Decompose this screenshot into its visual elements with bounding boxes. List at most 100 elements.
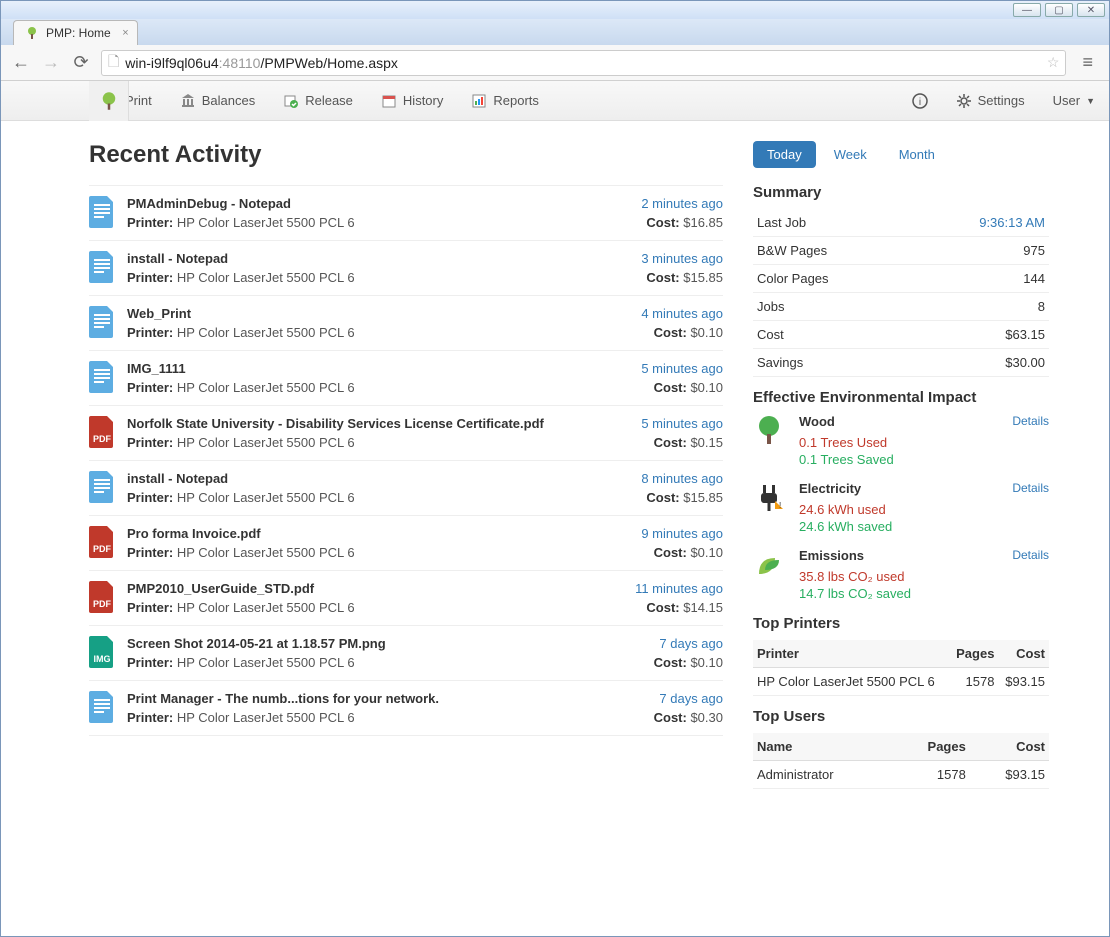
forward-button[interactable]: → xyxy=(41,52,61,73)
info-icon: i xyxy=(912,93,928,109)
activity-title: install - Notepad xyxy=(127,251,629,266)
activity-cost: Cost: $16.85 xyxy=(641,215,723,230)
app-toolbar: Print Balances Release History Reports i… xyxy=(1,81,1109,121)
activity-row: install - Notepad Printer: HP Color Laser… xyxy=(89,461,723,516)
svg-text:PDF: PDF xyxy=(93,434,112,444)
maximize-button[interactable]: ▢ xyxy=(1045,3,1073,17)
table-row: HP Color LaserJet 5500 PCL 61578$93.15 xyxy=(753,668,1049,696)
bookmark-icon[interactable]: ☆ xyxy=(1047,54,1060,71)
activity-cost: Cost: $0.10 xyxy=(641,325,723,340)
activity-printer: Printer: HP Color LaserJet 5500 PCL 6 xyxy=(127,380,629,395)
activity-time[interactable]: 5 minutes ago xyxy=(641,416,723,431)
activity-title: Screen Shot 2014-05-21 at 1.18.57 PM.png xyxy=(127,636,642,651)
plug-icon: ! xyxy=(753,481,785,513)
env-saved: 0.1 Trees Saved xyxy=(799,452,998,467)
env-item: Wood0.1 Trees Used0.1 Trees SavedDetails xyxy=(753,414,1049,467)
activity-cost: Cost: $0.30 xyxy=(654,710,723,725)
tab-today[interactable]: Today xyxy=(753,141,816,168)
tree-icon xyxy=(99,91,119,111)
file-icon xyxy=(89,471,115,503)
balance-icon xyxy=(180,93,196,109)
page-icon: 🗋 xyxy=(108,51,119,75)
summary-row: Cost$63.15 xyxy=(753,321,1049,349)
nav-reports[interactable]: Reports xyxy=(457,81,553,121)
activity-time[interactable]: 9 minutes ago xyxy=(641,526,723,541)
env-details-link[interactable]: Details xyxy=(1012,548,1049,562)
top-printers-table: PrinterPagesCostHP Color LaserJet 5500 P… xyxy=(753,640,1049,696)
calendar-icon xyxy=(381,93,397,109)
activity-row: Web_Print Printer: HP Color LaserJet 5500… xyxy=(89,296,723,351)
env-details-link[interactable]: Details xyxy=(1012,414,1049,428)
back-button[interactable]: ← xyxy=(11,52,31,73)
activity-cost: Cost: $14.15 xyxy=(635,600,723,615)
period-tabs: Today Week Month xyxy=(753,141,1049,168)
activity-time[interactable]: 7 days ago xyxy=(654,636,723,651)
activity-time[interactable]: 5 minutes ago xyxy=(641,361,723,376)
activity-title: Pro forma Invoice.pdf xyxy=(127,526,629,541)
app-logo[interactable] xyxy=(89,81,129,121)
summary-row: Jobs8 xyxy=(753,293,1049,321)
window-titlebar: — ▢ ✕ xyxy=(1,1,1109,19)
activity-title: install - Notepad xyxy=(127,471,629,486)
activity-printer: Printer: HP Color LaserJet 5500 PCL 6 xyxy=(127,600,623,615)
activity-printer: Printer: HP Color LaserJet 5500 PCL 6 xyxy=(127,545,629,560)
nav-info[interactable]: i xyxy=(898,81,942,121)
env-saved: 14.7 lbs CO₂ saved xyxy=(799,586,998,601)
activity-title: Web_Print xyxy=(127,306,629,321)
tab-close-icon[interactable]: × xyxy=(122,27,128,39)
reload-button[interactable]: ⟳ xyxy=(71,52,91,73)
address-bar: ← → ⟳ 🗋 win-i9lf9ql06u4:48110/PMPWeb/Hom… xyxy=(1,45,1109,81)
svg-text:PDF: PDF xyxy=(93,544,112,554)
summary-row: Color Pages144 xyxy=(753,265,1049,293)
svg-text:!: ! xyxy=(779,501,781,510)
leaf-icon xyxy=(753,548,785,580)
file-icon xyxy=(89,251,115,283)
browser-tab[interactable]: PMP: Home × xyxy=(13,20,138,45)
activity-printer: Printer: HP Color LaserJet 5500 PCL 6 xyxy=(127,490,629,505)
activity-cost: Cost: $0.10 xyxy=(641,545,723,560)
env-used: 0.1 Trees Used xyxy=(799,435,998,450)
activity-row: install - NotepadPrinter: HP Color Laser… xyxy=(89,241,723,296)
activity-title: Print Manager - The numb...tions for you… xyxy=(127,691,642,706)
url-input[interactable]: 🗋 win-i9lf9ql06u4:48110/PMPWeb/Home.aspx… xyxy=(101,50,1066,76)
summary-heading: Summary xyxy=(753,184,1049,201)
close-button[interactable]: ✕ xyxy=(1077,3,1105,17)
summary-row: Last Job9:36:13 AM xyxy=(753,209,1049,237)
activity-row: IMG_1111 Printer: HP Color LaserJet 5500 … xyxy=(89,351,723,406)
nav-balances[interactable]: Balances xyxy=(166,81,269,121)
env-used: 24.6 kWh used xyxy=(799,502,998,517)
top-users-table: NamePagesCostAdministrator1578$93.15 xyxy=(753,733,1049,789)
activity-time[interactable]: 8 minutes ago xyxy=(641,471,723,486)
menu-button[interactable]: ≡ xyxy=(1076,52,1099,73)
activity-time[interactable]: 3 minutes ago xyxy=(641,251,723,266)
minimize-button[interactable]: — xyxy=(1013,3,1041,17)
nav-history[interactable]: History xyxy=(367,81,457,121)
summary-row: B&W Pages975 xyxy=(753,237,1049,265)
nav-settings[interactable]: Settings xyxy=(942,81,1039,121)
activity-list: PMAdminDebug - NotepadPrinter: HP Color … xyxy=(89,185,723,736)
file-icon xyxy=(89,306,115,338)
tab-month[interactable]: Month xyxy=(885,141,949,168)
activity-row: PDF PMP2010_UserGuide_STD.pdf Printer: HP … xyxy=(89,571,723,626)
activity-printer: Printer: HP Color LaserJet 5500 PCL 6 xyxy=(127,435,629,450)
nav-release[interactable]: Release xyxy=(269,81,367,121)
activity-time[interactable]: 11 minutes ago xyxy=(635,581,723,596)
activity-time[interactable]: 7 days ago xyxy=(654,691,723,706)
file-icon xyxy=(89,691,115,723)
activity-printer: Printer: HP Color LaserJet 5500 PCL 6 xyxy=(127,325,629,340)
summary-table: Last Job9:36:13 AMB&W Pages975Color Page… xyxy=(753,209,1049,377)
svg-text:i: i xyxy=(919,97,921,108)
env-heading: Effective Environmental Impact xyxy=(753,389,1049,406)
env-details-link[interactable]: Details xyxy=(1012,481,1049,495)
svg-text:PDF: PDF xyxy=(93,599,112,609)
activity-row: PDF Pro forma Invoice.pdf Printer: HP Colo… xyxy=(89,516,723,571)
activity-title: PMP2010_UserGuide_STD.pdf xyxy=(127,581,623,596)
env-saved: 24.6 kWh saved xyxy=(799,519,998,534)
nav-user[interactable]: User ▼ xyxy=(1039,81,1109,121)
activity-title: IMG_1111 xyxy=(127,361,629,376)
favicon-icon xyxy=(24,25,40,41)
activity-time[interactable]: 2 minutes ago xyxy=(641,196,723,211)
file-icon xyxy=(89,361,115,393)
activity-time[interactable]: 4 minutes ago xyxy=(641,306,723,321)
tab-week[interactable]: Week xyxy=(820,141,881,168)
